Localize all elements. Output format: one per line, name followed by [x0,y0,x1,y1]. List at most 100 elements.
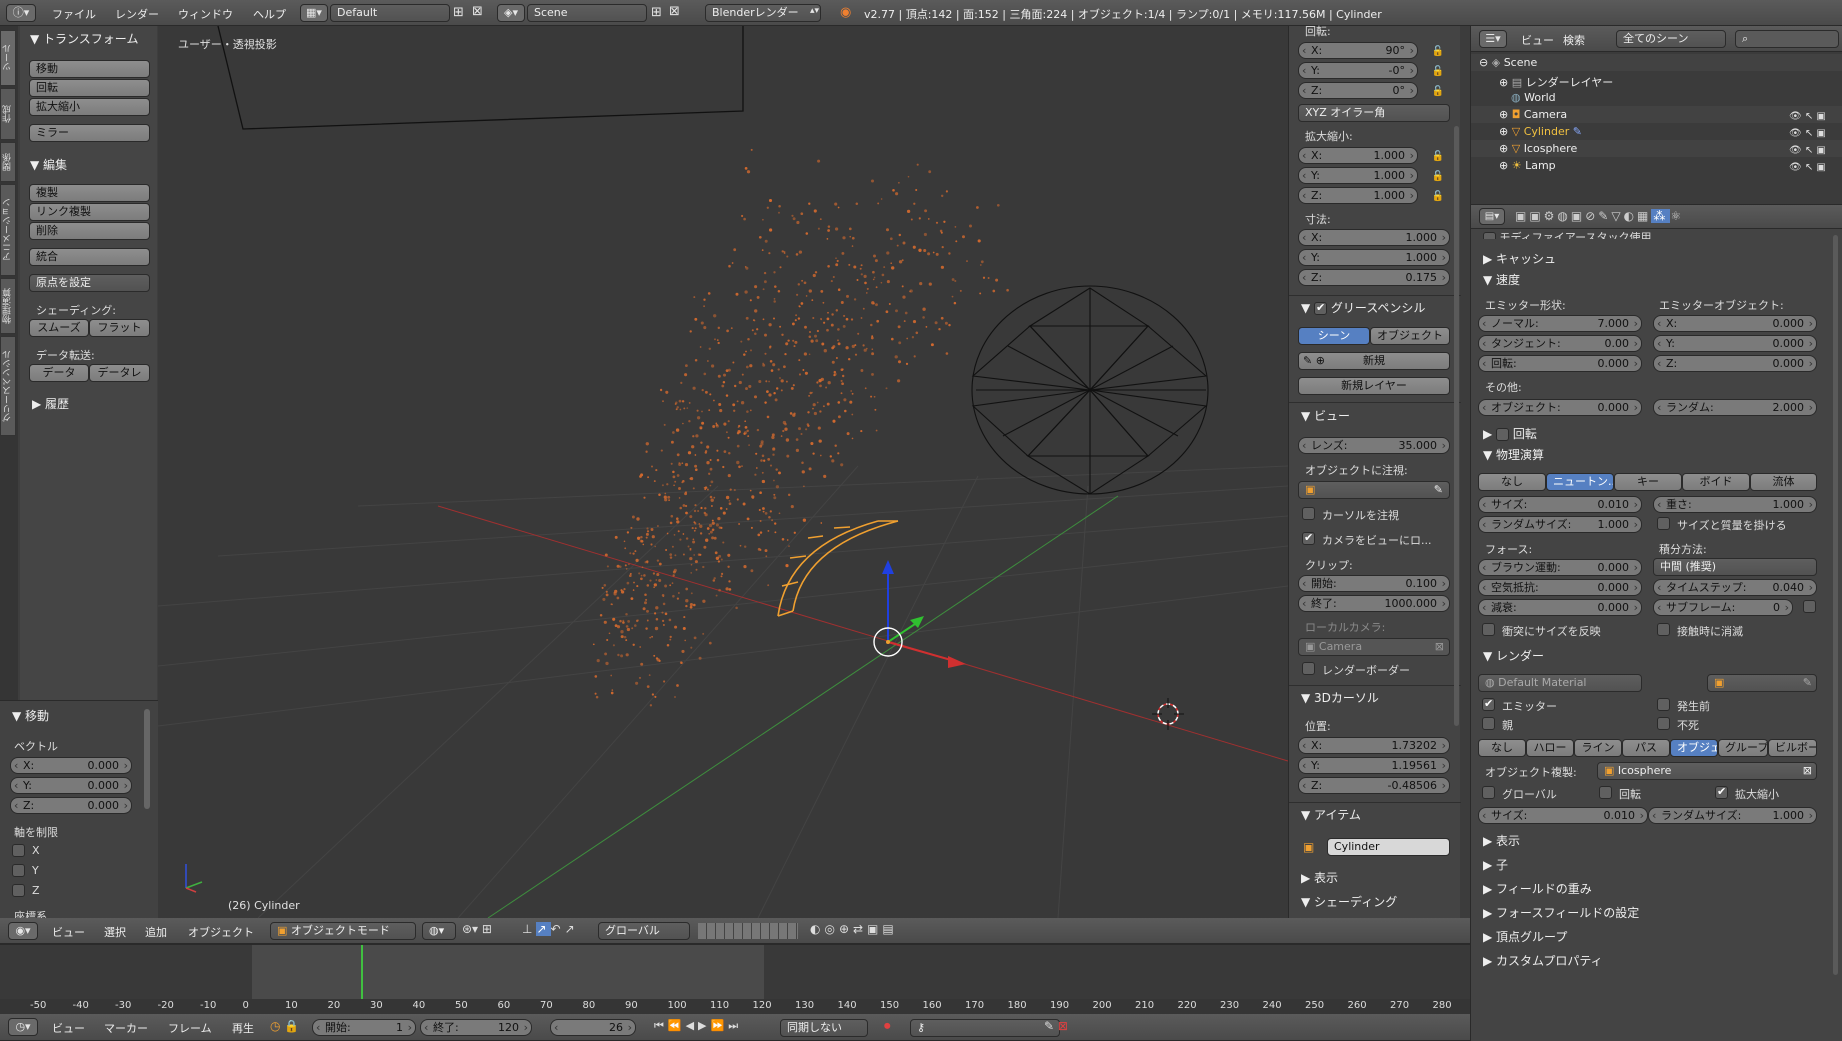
rotate-button[interactable]: 回転 [29,79,150,97]
join-button[interactable]: 統合 [29,248,150,266]
cursor-z-field[interactable]: Z:-0.48506 [1298,777,1450,794]
menu-render[interactable]: レンダー [115,6,159,22]
item-section[interactable]: ▼ アイテム [1301,806,1361,823]
outliner-camera[interactable]: ⊕ ◘ Camera [1499,108,1567,121]
display-section[interactable]: ▶ 表示 [1301,869,1338,886]
render-object-button[interactable]: オブジェ [1670,739,1718,757]
mode-select[interactable]: ▣ オブジェクトモード [270,922,416,940]
item-name-field[interactable]: Cylinder [1327,838,1450,856]
menu-object[interactable]: オブジェクト [188,924,254,940]
random-velocity-field[interactable]: ランダム:2.000 [1653,399,1817,416]
brownian-field[interactable]: ブラウン運動:0.000 [1478,559,1642,576]
emitter-y-field[interactable]: Y:0.000 [1653,335,1817,352]
vector-z-field[interactable]: Z:0.000 [10,797,132,814]
emitter-x-field[interactable]: X:0.000 [1653,315,1817,332]
render-billboard-button[interactable]: ビルボー [1768,739,1817,757]
menu-help[interactable]: ヘルプ [253,6,286,22]
died-checkbox[interactable] [1657,717,1670,730]
outliner-world[interactable]: ◍ World [1511,91,1556,104]
render-size-field[interactable]: サイズ:0.010 [1478,807,1648,824]
render-halo-button[interactable]: ハロー [1526,739,1574,757]
properties-editor-icon[interactable]: ▤▾ [1479,208,1505,225]
tab-physics[interactable]: 物理演算 [0,278,16,334]
clear-icon[interactable]: ⊠ [1435,639,1444,655]
parents-checkbox[interactable] [1482,717,1495,730]
close-scene-icon[interactable]: ⊠ [669,4,680,19]
modifier-stack-checkbox[interactable]: モディファイアースタック使用 [1483,229,1652,239]
render-line-button[interactable]: ライン [1574,739,1622,757]
timestep-field[interactable]: タイムステップ:0.040 [1653,579,1817,596]
rotation-dupli-checkbox[interactable] [1599,786,1612,799]
outliner-view-menu[interactable]: ビュー [1521,32,1554,48]
emitter-checkbox[interactable] [1482,697,1495,711]
multiply-mass-checkbox[interactable] [1657,517,1670,530]
gp-scene-button[interactable]: シーン [1298,327,1370,345]
outliner-scene[interactable]: ⊖ ◈ Scene [1479,56,1537,69]
timeline-view-menu[interactable]: ビュー [52,1020,85,1036]
rotation-z-field[interactable]: Z:0° [1298,82,1418,99]
render-group-button[interactable]: グループ [1718,739,1768,757]
mirror-button[interactable]: ミラー [29,124,150,142]
render-none-button[interactable]: なし [1478,739,1526,757]
render-icons[interactable]: ◐◎⊕⇄▣▤ [810,922,898,936]
adaptive-subframes-checkbox[interactable] [1803,600,1816,613]
local-camera-field[interactable]: ▣ Camera ⊠ [1298,638,1450,656]
physics-none-button[interactable]: なし [1478,473,1546,491]
operator-title[interactable]: ▼ 移動 [12,707,49,724]
duplicate-button[interactable]: 複製 [29,184,150,202]
timeline[interactable]: -50 -40 -30 -20 -10 0 10 20 30 40 50 60 70 80 90 100 110… [0,944,1470,1015]
start-frame-field[interactable]: 開始:1 [312,1019,416,1036]
grease-pencil-section[interactable]: ▼ グリースペンシル [1301,299,1425,316]
gp-object-button[interactable]: オブジェクト [1370,327,1450,345]
cursor-y-field[interactable]: Y:1.19561 [1298,757,1450,774]
3d-cursor[interactable] [1152,698,1184,730]
emitter-z-field[interactable]: Z:0.000 [1653,355,1817,372]
constraint-y-checkbox[interactable] [12,864,25,877]
viewport-3d[interactable]: ユーザー・透視投影 (26) Cylinder [158,26,1288,918]
properties-scrollbar[interactable] [1454,126,1459,726]
material-select[interactable]: ◍ Default Material [1478,674,1642,692]
tab-animation[interactable]: アニメーション [0,184,16,276]
integration-select[interactable]: 中間 (推奨) [1653,558,1817,576]
tangent-field[interactable]: タンジェント:0.00 [1478,335,1642,352]
physics-section[interactable]: ▼ 物理演算 [1483,446,1544,463]
edit-section[interactable]: ▼ 編集 [30,156,67,173]
editor-type-icon[interactable]: ◉▾ [8,922,38,940]
constraint-x-checkbox[interactable] [12,844,25,857]
size-field[interactable]: サイズ:0.010 [1478,496,1642,513]
dim-y-field[interactable]: Y:1.000 [1298,249,1450,266]
layers-grid[interactable] [698,923,798,939]
global-checkbox[interactable] [1482,786,1495,799]
dupli-object-field[interactable]: ▣ Icosphere ⊠ [1597,762,1817,780]
tab-create[interactable]: 作成 [0,88,16,140]
constraint-z-checkbox[interactable] [12,884,25,897]
eyedropper-icon[interactable]: ✎ [1803,675,1812,691]
transform-section[interactable]: ▼ トランスフォーム [30,30,138,47]
add-layout-icon[interactable]: ⊞ [453,5,464,20]
smooth-button[interactable]: スムーズ [29,319,89,337]
object-velocity-field[interactable]: オブジェクト:0.000 [1478,399,1642,416]
rotation-x-field[interactable]: X:90° [1298,42,1418,59]
orientation-select[interactable]: グローバル [598,922,690,940]
render-random-size-field[interactable]: ランダムサイズ:1.000 [1648,807,1817,824]
menu-add[interactable]: 追加 [145,924,167,940]
tab-grease-pencil[interactable]: グリースペンシル [0,336,16,436]
lock-icon[interactable]: 🔓 🔓 🔓 [1426,42,1450,98]
menu-window[interactable]: ウィンドウ [178,6,233,22]
operator-scrollbar[interactable] [144,709,150,809]
scale-z-field[interactable]: Z:1.000 [1298,187,1418,204]
rotation-mode-select[interactable]: XYZ オイラー角 [1298,104,1450,122]
3d-cursor-section[interactable]: ▼ 3Dカーソル [1301,689,1379,706]
scale-y-field[interactable]: Y:1.000 [1298,167,1418,184]
timeline-editor-icon[interactable]: ◷▾ [8,1018,38,1036]
pivot-icon[interactable]: ⊛▾ ⊞ [462,922,522,940]
timeline-frame-menu[interactable]: フレーム [168,1020,212,1036]
outliner-cylinder[interactable]: ⊕ ▽ Cylinder ✎ [1499,125,1582,138]
flat-button[interactable]: フラット [89,319,150,337]
info-icon[interactable]: ⓘ▾ [6,4,36,22]
context-tabs[interactable]: ▣▣⚙◍▣⊘✎▽◐▦ ⁂ ⚛ [1515,209,1684,223]
scale-lock-icon[interactable]: 🔓 🔓 🔓 [1426,147,1450,203]
outliner-lamp[interactable]: ⊕ ☀ Lamp [1499,159,1556,172]
delete-button[interactable]: 削除 [29,222,150,240]
gp-new-button[interactable]: ✎ ⊕ 新規 [1298,352,1450,370]
